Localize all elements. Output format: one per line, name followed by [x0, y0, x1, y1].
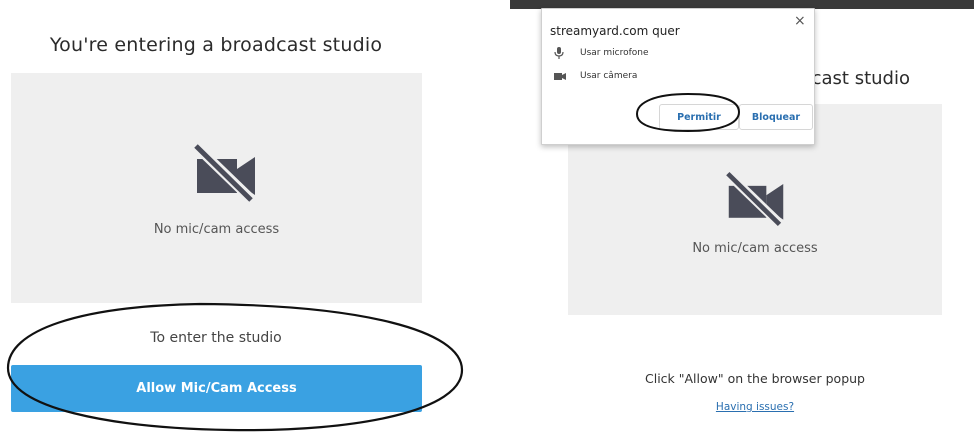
- permitir-button[interactable]: Permitir: [659, 104, 739, 130]
- permission-row-camera: Usar câmera: [554, 71, 637, 81]
- permission-label: Usar câmera: [580, 71, 638, 81]
- popup-title: streamyard.com quer: [550, 24, 680, 38]
- permission-row-microphone: Usar microfone: [554, 47, 649, 59]
- permission-popup: streamyard.com quer × Usar microfone Usa…: [541, 8, 815, 145]
- enter-studio-text: To enter the studio: [150, 330, 282, 346]
- microphone-icon: [554, 47, 570, 59]
- no-access-text: No mic/cam access: [153, 222, 280, 237]
- camera-off-icon: [193, 143, 257, 203]
- camera-off-icon: [725, 170, 785, 228]
- page-title: You're entering a broadcast studio: [49, 34, 383, 56]
- close-icon[interactable]: ×: [794, 13, 806, 29]
- camera-icon: [554, 72, 570, 81]
- permission-label: Usar microfone: [580, 48, 649, 58]
- bloquear-button[interactable]: Bloquear: [739, 104, 813, 130]
- no-access-text: No mic/cam access: [692, 241, 818, 256]
- camera-preview: No mic/cam access: [11, 73, 422, 303]
- instruction-text: Click "Allow" on the browser popup: [645, 371, 865, 386]
- allow-mic-cam-button[interactable]: Allow Mic/Cam Access: [11, 365, 422, 412]
- having-issues-link[interactable]: Having issues?: [568, 401, 942, 413]
